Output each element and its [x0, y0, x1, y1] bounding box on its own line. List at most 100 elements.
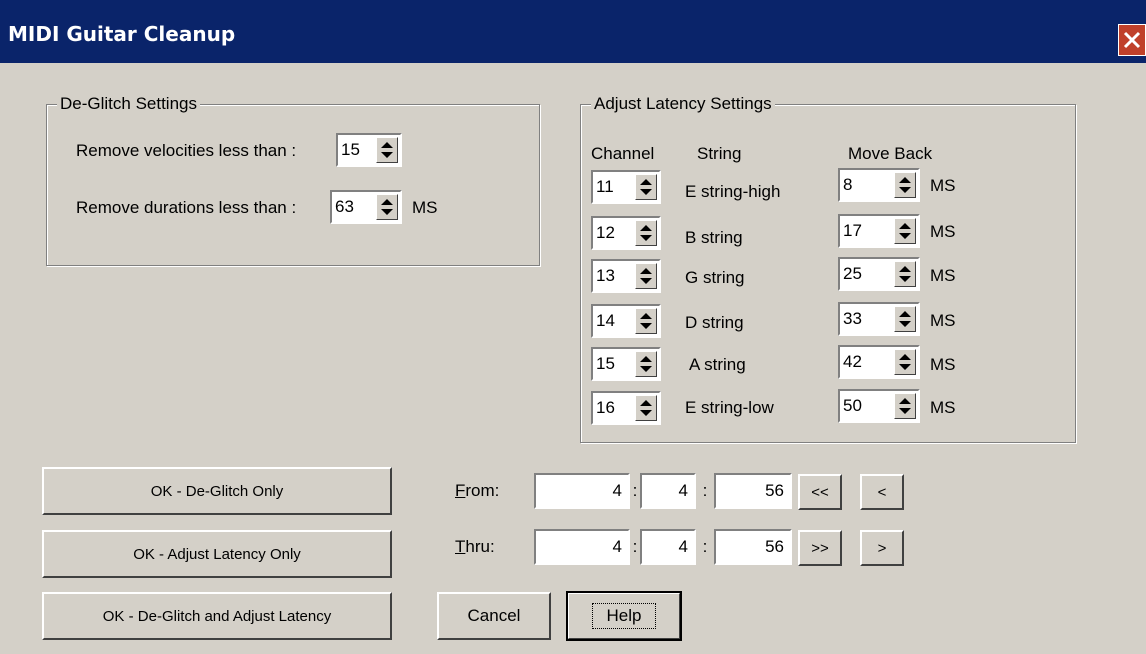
spin-arrows-icon[interactable] — [635, 220, 657, 246]
deglitch-legend: De-Glitch Settings — [57, 94, 200, 114]
thru-beat-value[interactable]: 4 — [679, 537, 688, 557]
move-back-spinner-2[interactable]: 17 — [838, 214, 920, 248]
spin-arrows-icon[interactable] — [635, 174, 657, 200]
move-back-value[interactable]: 33 — [843, 309, 862, 329]
close-button[interactable] — [1118, 24, 1146, 56]
channel-spinner-5[interactable]: 15 — [591, 347, 661, 381]
channel-spinner-4[interactable]: 14 — [591, 304, 661, 338]
button-label: OK - Adjust Latency Only — [133, 545, 301, 563]
string-label: D string — [685, 313, 744, 332]
button-label: Cancel — [467, 606, 521, 625]
string-label: E string-high — [685, 182, 781, 201]
button-label: OK - De-Glitch and Adjust Latency — [102, 607, 332, 625]
move-back-value[interactable]: 42 — [843, 352, 862, 372]
button-label: > — [877, 539, 887, 557]
velocities-spinner[interactable]: 15 — [336, 133, 402, 167]
ok-latency-only-button[interactable]: OK - Adjust Latency Only — [42, 530, 392, 578]
fast-forward-button[interactable]: >> — [798, 530, 842, 566]
separator: : — [702, 537, 708, 556]
velocities-value[interactable]: 15 — [341, 140, 360, 160]
button-label: < — [877, 483, 887, 501]
ok-deglitch-only-button[interactable]: OK - De-Glitch Only — [42, 467, 392, 515]
channel-value[interactable]: 13 — [596, 266, 615, 286]
move-back-value[interactable]: 17 — [843, 221, 862, 241]
thru-bar-value[interactable]: 4 — [613, 537, 622, 557]
from-bar-value[interactable]: 4 — [613, 481, 622, 501]
channel-value[interactable]: 15 — [596, 354, 615, 374]
string-label: G string — [685, 268, 745, 287]
spin-arrows-icon[interactable] — [635, 263, 657, 289]
move-back-value[interactable]: 8 — [843, 175, 852, 195]
channel-spinner-1[interactable]: 11 — [591, 170, 661, 204]
channel-spinner-3[interactable]: 13 — [591, 259, 661, 293]
channel-value[interactable]: 11 — [596, 177, 614, 197]
move-back-spinner-1[interactable]: 8 — [838, 168, 920, 202]
string-label: B string — [685, 228, 743, 247]
spin-arrows-icon[interactable] — [376, 194, 398, 220]
move-back-spinner-5[interactable]: 42 — [838, 345, 920, 379]
spin-arrows-icon[interactable] — [635, 308, 657, 334]
spin-arrows-icon[interactable] — [635, 351, 657, 377]
thru-tick-value[interactable]: 56 — [765, 537, 784, 557]
ms-unit: MS — [930, 311, 956, 330]
string-label: A string — [689, 355, 746, 374]
ok-deglitch-and-latency-button[interactable]: OK - De-Glitch and Adjust Latency — [42, 592, 392, 640]
midi-guitar-cleanup-dialog: MIDI Guitar Cleanup De-Glitch Settings R… — [0, 0, 1146, 654]
thru-bar-field[interactable]: 4 — [534, 529, 630, 565]
separator: : — [632, 537, 638, 556]
spin-arrows-icon[interactable] — [635, 395, 657, 421]
ms-unit: MS — [930, 355, 956, 374]
from-beat-field[interactable]: 4 — [640, 473, 696, 509]
thru-beat-field[interactable]: 4 — [640, 529, 696, 565]
spin-arrows-icon[interactable] — [894, 218, 916, 244]
window-title: MIDI Guitar Cleanup — [8, 22, 236, 46]
from-beat-value[interactable]: 4 — [679, 481, 688, 501]
ms-unit: MS — [930, 222, 956, 241]
thru-tick-field[interactable]: 56 — [714, 529, 792, 565]
deglitch-settings-group: De-Glitch Settings — [46, 94, 540, 266]
next-button[interactable]: > — [860, 530, 904, 566]
move-back-spinner-3[interactable]: 25 — [838, 257, 920, 291]
from-tick-value[interactable]: 56 — [765, 481, 784, 501]
ms-unit: MS — [930, 398, 956, 417]
move-back-value[interactable]: 50 — [843, 396, 862, 416]
spin-arrows-icon[interactable] — [376, 137, 398, 163]
durations-value[interactable]: 63 — [335, 197, 354, 217]
channel-value[interactable]: 12 — [596, 223, 615, 243]
separator: : — [702, 481, 708, 500]
move-back-spinner-6[interactable]: 50 — [838, 389, 920, 423]
rewind-button[interactable]: << — [798, 474, 842, 510]
button-label: >> — [811, 539, 829, 557]
durations-spinner[interactable]: 63 — [330, 190, 402, 224]
spin-arrows-icon[interactable] — [894, 349, 916, 375]
ms-unit: MS — [930, 176, 956, 195]
button-label: Help — [591, 603, 657, 629]
durations-label: Remove durations less than : — [76, 198, 297, 217]
cancel-button[interactable]: Cancel — [437, 592, 551, 640]
from-bar-field[interactable]: 4 — [534, 473, 630, 509]
button-label: OK - De-Glitch Only — [150, 482, 284, 500]
title-bar: MIDI Guitar Cleanup — [0, 0, 1146, 63]
channel-value[interactable]: 14 — [596, 311, 615, 331]
from-tick-field[interactable]: 56 — [714, 473, 792, 509]
spin-arrows-icon[interactable] — [894, 172, 916, 198]
channel-header: Channel — [591, 144, 655, 163]
move-back-header: Move Back — [848, 144, 933, 163]
ms-unit: MS — [930, 266, 956, 285]
string-label: E string-low — [685, 398, 774, 417]
velocities-label: Remove velocities less than : — [76, 141, 297, 160]
from-label: From: — [455, 481, 500, 500]
previous-button[interactable]: < — [860, 474, 904, 510]
help-button[interactable]: Help — [566, 591, 682, 641]
channel-value[interactable]: 16 — [596, 398, 615, 418]
spin-arrows-icon[interactable] — [894, 306, 916, 332]
spin-arrows-icon[interactable] — [894, 393, 916, 419]
string-header: String — [697, 144, 742, 163]
move-back-value[interactable]: 25 — [843, 264, 862, 284]
separator: : — [632, 481, 638, 500]
channel-spinner-6[interactable]: 16 — [591, 391, 661, 425]
channel-spinner-2[interactable]: 12 — [591, 216, 661, 250]
thru-label: Thru: — [455, 537, 495, 556]
spin-arrows-icon[interactable] — [894, 261, 916, 287]
move-back-spinner-4[interactable]: 33 — [838, 302, 920, 336]
